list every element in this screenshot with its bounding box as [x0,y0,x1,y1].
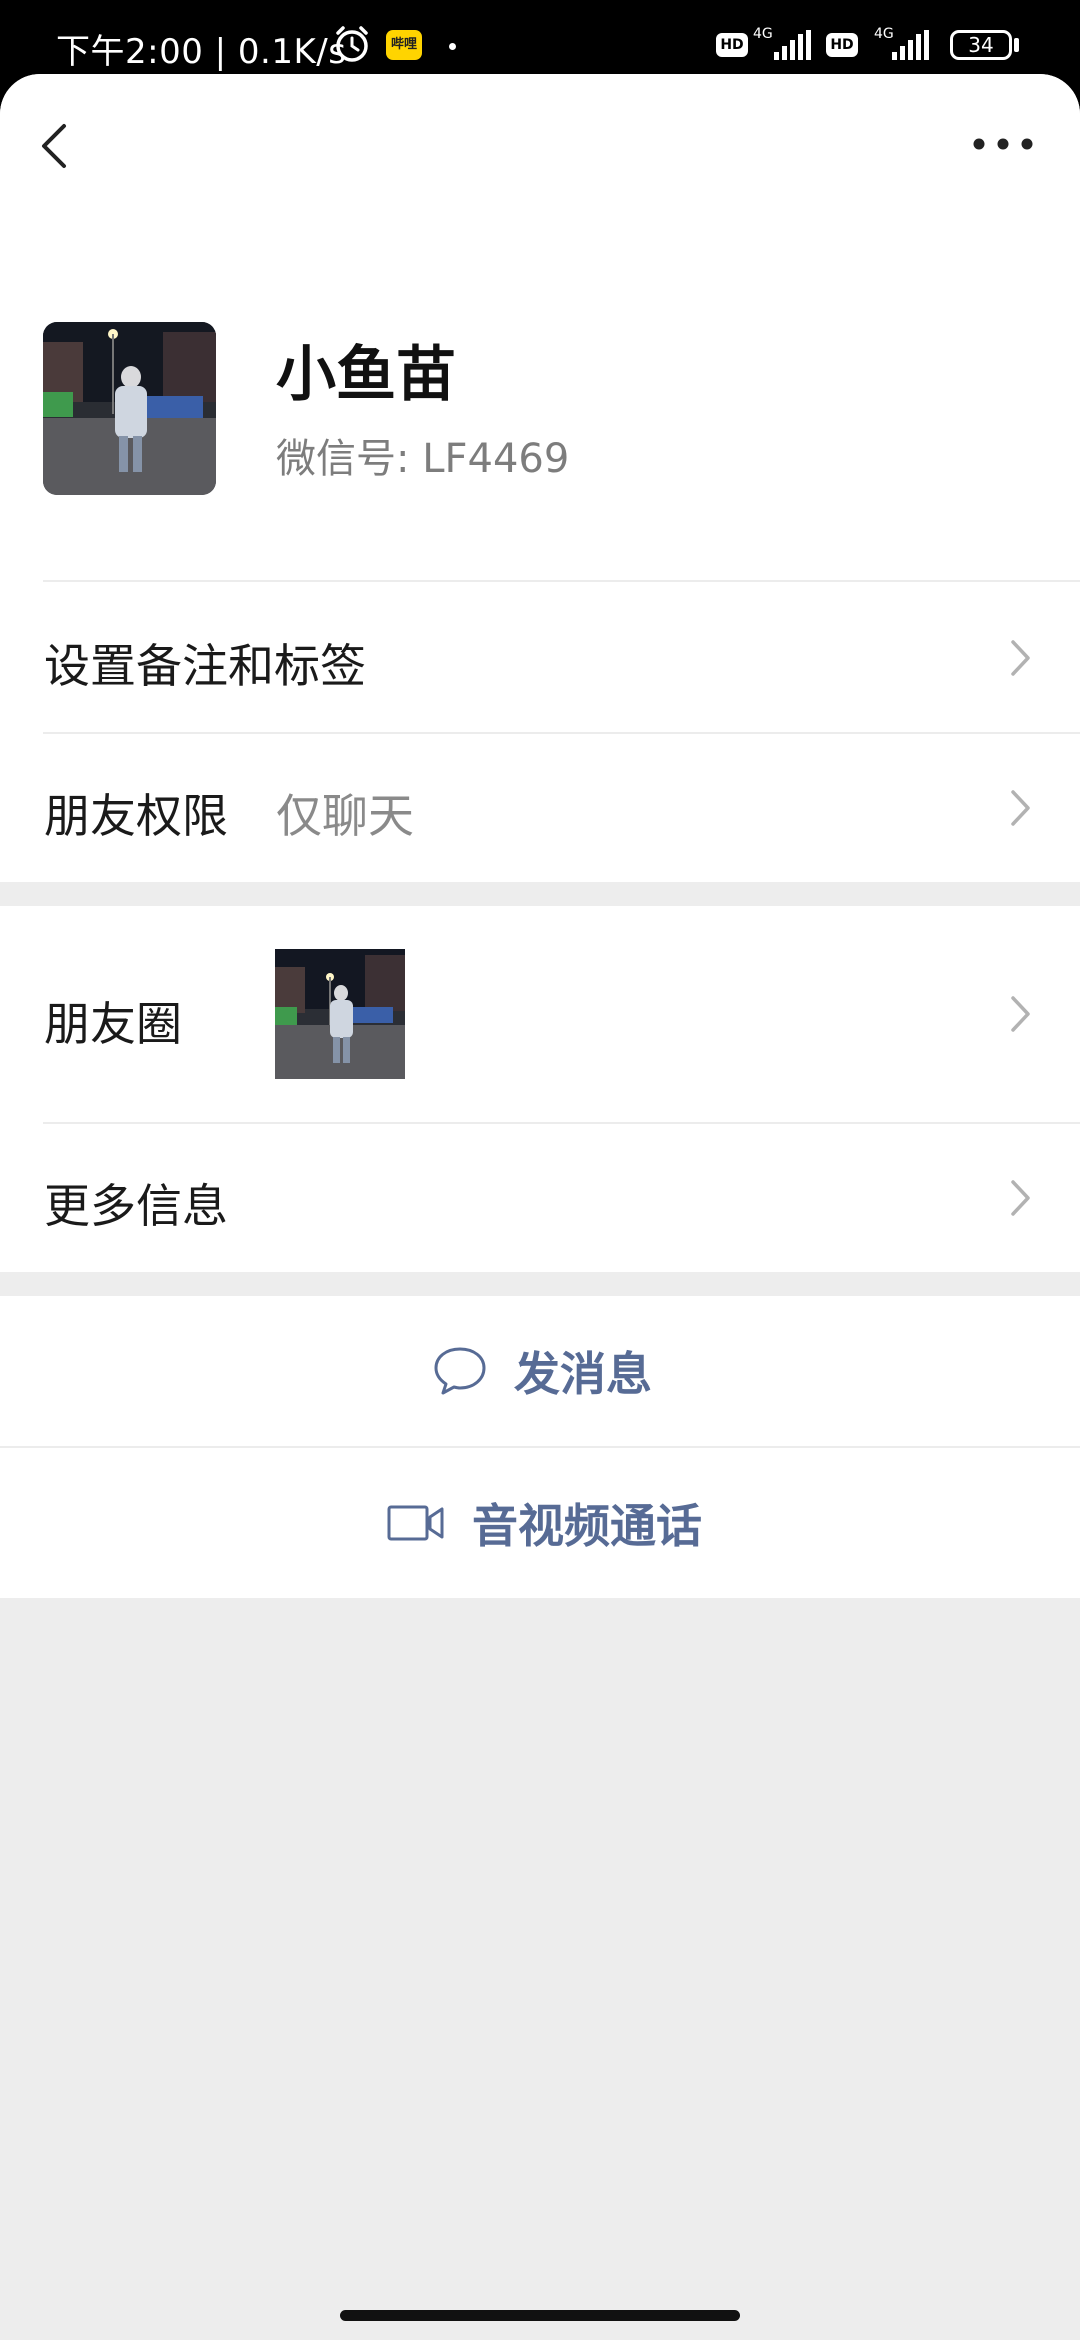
send-message-label: 发消息 [514,1347,652,1401]
screen: 下午2:00 | 0.1K/s 哔哩 HD 4G HD 4G 34 小鱼苗 微信… [0,0,1080,2340]
status-bar: 下午2:00 | 0.1K/s 哔哩 HD 4G HD 4G 34 [0,0,1080,78]
send-message-content: 发消息 [432,1296,652,1446]
profile-header: 小鱼苗 微信号: LF4469 [0,204,1080,584]
battery-tip [1014,38,1019,52]
remark-tags-label: 设置备注和标签 [44,639,366,693]
friend-permission-value: 仅聊天 [276,789,414,843]
video-camera-icon [387,1505,444,1541]
wechat-id: 微信号: LF4469 [276,426,569,484]
chat-bubble-icon [434,1347,486,1395]
divider [43,580,1080,582]
chevron-right-icon [1011,1180,1030,1216]
moments-label: 朋友圈 [44,997,182,1051]
video-call-button[interactable]: 音视频通话 [0,1448,1080,1598]
friend-permission-row[interactable]: 朋友权限 仅聊天 [0,734,1080,882]
chevron-left-icon[interactable] [28,110,88,180]
video-call-content: 音视频通话 [386,1448,702,1598]
notification-dot [449,43,456,50]
home-indicator[interactable] [340,2310,740,2321]
hd-badge: HD [826,33,858,57]
wechat-id-value: LF4469 [422,436,570,482]
send-message-button[interactable]: 发消息 [0,1296,1080,1446]
signal-strength-icon [892,30,929,60]
friend-permission-label: 朋友权限 [44,789,228,843]
moments-thumbnail [275,949,405,1079]
profile-page: 小鱼苗 微信号: LF4469 设置备注和标签 朋友权限 仅聊天 朋友圈 更多信… [0,74,1080,2340]
network-type-label: 4G [753,26,773,42]
chevron-right-icon [1011,790,1030,826]
battery-indicator: 34 [950,30,1012,60]
more-info-label: 更多信息 [44,1179,228,1233]
navigation-bar [0,74,1080,204]
battery-level: 34 [968,33,994,57]
chevron-right-icon [1011,640,1030,676]
video-call-label: 音视频通话 [472,1499,702,1553]
app-notification-badge: 哔哩 [386,30,422,60]
wechat-id-label: 微信号: [276,436,410,482]
settings-section: 设置备注和标签 朋友权限 仅聊天 [0,584,1080,882]
remark-tags-row[interactable]: 设置备注和标签 [0,584,1080,732]
alarm-icon [336,26,368,62]
avatar[interactable] [43,322,216,495]
profile-name: 小鱼苗 [276,340,456,410]
status-time: 下午2:00 | 0.1K/s [56,32,347,72]
ellipsis-icon[interactable] [968,124,1038,164]
more-info-row[interactable]: 更多信息 [0,1124,1080,1272]
signal-strength-icon [774,30,811,60]
chevron-right-icon [1011,996,1030,1032]
info-section: 朋友圈 更多信息 [0,906,1080,1272]
moments-row[interactable]: 朋友圈 [0,906,1080,1122]
hd-badge: HD [716,33,748,57]
